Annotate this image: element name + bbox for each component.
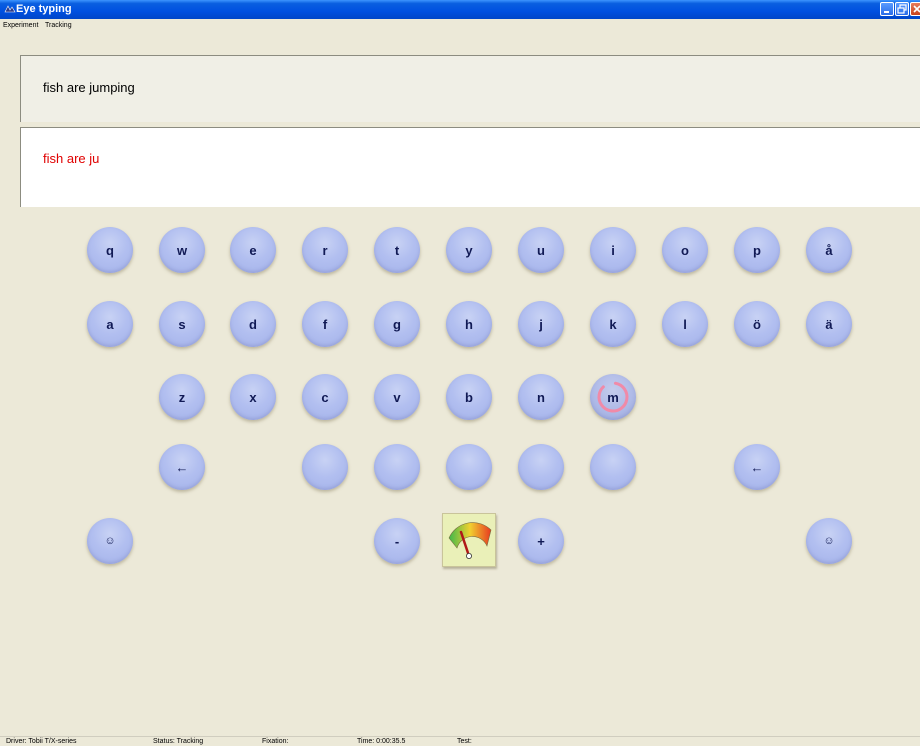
menu-experiment[interactable]: Experiment bbox=[3, 22, 38, 29]
key-label: w bbox=[176, 242, 188, 258]
key-label: e bbox=[249, 242, 257, 258]
key-label: x bbox=[249, 389, 257, 405]
key-t[interactable]: t bbox=[374, 227, 420, 273]
close-icon[interactable] bbox=[910, 2, 920, 16]
key-label: g bbox=[393, 316, 401, 332]
key-z[interactable]: z bbox=[159, 374, 205, 420]
key-label: n bbox=[537, 389, 545, 405]
key-label: u bbox=[537, 242, 545, 258]
key-blank[interactable] bbox=[302, 444, 348, 490]
key-label: o bbox=[681, 242, 689, 258]
key-i[interactable]: i bbox=[590, 227, 636, 273]
key-label: z bbox=[178, 389, 186, 405]
smiley-icon: ☺ bbox=[823, 535, 835, 547]
key-x[interactable]: x bbox=[230, 374, 276, 420]
title-bar: Eye typing bbox=[0, 0, 920, 19]
key-label: b bbox=[465, 389, 473, 405]
key-a[interactable]: a bbox=[87, 301, 133, 347]
key-label: l bbox=[683, 316, 687, 332]
key-n[interactable]: n bbox=[518, 374, 564, 420]
maximize-icon[interactable] bbox=[895, 2, 909, 16]
key-label: p bbox=[753, 242, 761, 258]
key-a-ring[interactable]: å bbox=[806, 227, 852, 273]
key-blank[interactable] bbox=[590, 444, 636, 490]
key-c[interactable]: c bbox=[302, 374, 348, 420]
key-blank[interactable] bbox=[374, 444, 420, 490]
smiley-right-button[interactable]: ☺ bbox=[806, 518, 852, 564]
key-e[interactable]: e bbox=[230, 227, 276, 273]
key-p[interactable]: p bbox=[734, 227, 780, 273]
key-w[interactable]: w bbox=[159, 227, 205, 273]
key-label: m bbox=[607, 389, 619, 405]
backspace-right-button[interactable]: ← bbox=[734, 444, 780, 490]
key-q[interactable]: q bbox=[87, 227, 133, 273]
key-h[interactable]: h bbox=[446, 301, 492, 347]
key-o-umlaut[interactable]: ö bbox=[734, 301, 780, 347]
key-label: r bbox=[322, 242, 328, 258]
key-b[interactable]: b bbox=[446, 374, 492, 420]
key-label: s bbox=[178, 316, 186, 332]
backspace-arrow-icon: ← bbox=[175, 459, 189, 475]
key-label: h bbox=[465, 316, 473, 332]
app-icon bbox=[4, 5, 16, 13]
key-label: t bbox=[394, 242, 400, 258]
key-a-umlaut[interactable]: ä bbox=[806, 301, 852, 347]
target-phrase-panel: fish are jumping bbox=[20, 55, 920, 122]
key-label: f bbox=[322, 316, 328, 332]
menu-tracking[interactable]: Tracking bbox=[45, 22, 72, 29]
key-y[interactable]: y bbox=[446, 227, 492, 273]
key-label: y bbox=[465, 242, 473, 258]
key-blank[interactable] bbox=[446, 444, 492, 490]
key-v[interactable]: v bbox=[374, 374, 420, 420]
key-m[interactable]: m bbox=[590, 374, 636, 420]
minus-label: - bbox=[394, 533, 400, 549]
key-d[interactable]: d bbox=[230, 301, 276, 347]
key-label: v bbox=[393, 389, 401, 405]
smiley-left-button[interactable]: ☺ bbox=[87, 518, 133, 564]
key-k[interactable]: k bbox=[590, 301, 636, 347]
key-label: q bbox=[106, 242, 114, 258]
backspace-left-button[interactable]: ← bbox=[159, 444, 205, 490]
key-s[interactable]: s bbox=[159, 301, 205, 347]
minimize-icon[interactable] bbox=[880, 2, 894, 16]
key-label: å bbox=[825, 242, 833, 258]
key-label: k bbox=[609, 316, 617, 332]
window-title: Eye typing bbox=[16, 3, 72, 15]
key-g[interactable]: g bbox=[374, 301, 420, 347]
key-label: j bbox=[539, 316, 543, 332]
key-u[interactable]: u bbox=[518, 227, 564, 273]
dwell-time-gauge-icon bbox=[448, 522, 492, 560]
target-phrase: fish are jumping bbox=[43, 80, 135, 95]
typed-text: fish are ju bbox=[43, 151, 100, 166]
key-l[interactable]: l bbox=[662, 301, 708, 347]
plus-label: + bbox=[537, 533, 545, 549]
backspace-arrow-icon: ← bbox=[750, 459, 764, 475]
key-f[interactable]: f bbox=[302, 301, 348, 347]
key-blank[interactable] bbox=[518, 444, 564, 490]
key-r[interactable]: r bbox=[302, 227, 348, 273]
key-label: a bbox=[106, 316, 114, 332]
key-label: ö bbox=[753, 316, 761, 332]
key-label: ä bbox=[825, 316, 833, 332]
decrease-dwell-button[interactable]: - bbox=[374, 518, 420, 564]
key-label: i bbox=[611, 242, 615, 258]
menu-bar: Experiment Tracking bbox=[0, 19, 920, 41]
key-j[interactable]: j bbox=[518, 301, 564, 347]
key-label: c bbox=[321, 389, 329, 405]
key-o[interactable]: o bbox=[662, 227, 708, 273]
smiley-icon: ☺ bbox=[104, 535, 116, 547]
increase-dwell-button[interactable]: + bbox=[518, 518, 564, 564]
typed-text-panel[interactable]: fish are ju bbox=[20, 127, 920, 207]
dwell-time-gauge[interactable] bbox=[442, 513, 496, 567]
key-label: d bbox=[249, 316, 257, 332]
